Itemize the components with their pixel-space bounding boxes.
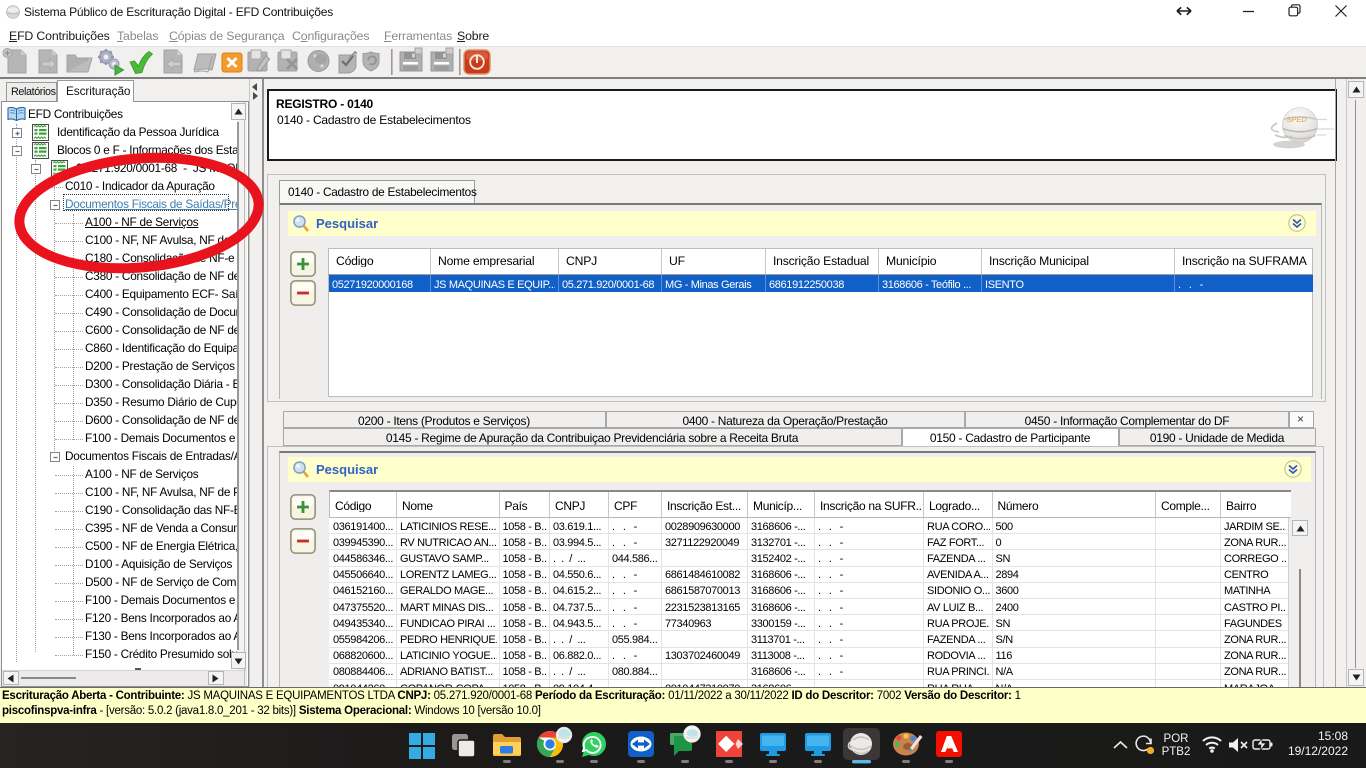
svg-text:SPED: SPED bbox=[1286, 115, 1308, 124]
svg-text:19/12/2022: 19/12/2022 bbox=[1288, 744, 1348, 758]
svg-text:15:08: 15:08 bbox=[1318, 729, 1348, 743]
svg-text:POR: POR bbox=[1164, 733, 1189, 745]
svg-text:PTB2: PTB2 bbox=[1162, 746, 1191, 758]
